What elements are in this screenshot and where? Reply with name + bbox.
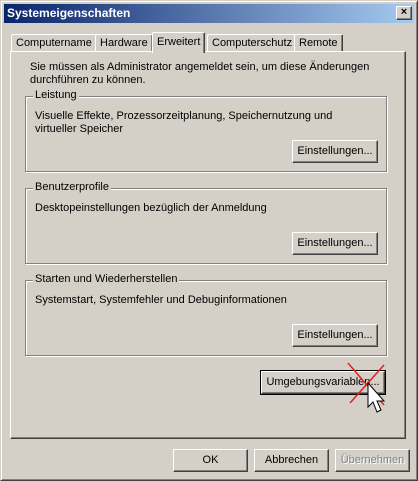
group-title: Leistung bbox=[33, 89, 79, 102]
performance-settings-button[interactable]: Einstellungen... bbox=[292, 140, 378, 163]
performance-group: Leistung Visuelle Effekte, Prozessorzeit… bbox=[25, 89, 387, 172]
group-description: Systemstart, Systemfehler und Debuginfor… bbox=[35, 294, 287, 306]
tab-label: Computername bbox=[16, 37, 92, 49]
ok-button[interactable]: OK bbox=[173, 449, 248, 472]
button-label: Abbrechen bbox=[264, 454, 319, 466]
group-title: Starten und Wiederherstellen bbox=[33, 273, 180, 286]
user-profiles-settings-button[interactable]: Einstellungen... bbox=[292, 232, 378, 255]
group-description: Desktopeinstellungen bezüglich der Anmel… bbox=[35, 202, 267, 214]
system-properties-dialog: Systemeigenschaften × Computername Hardw… bbox=[0, 0, 418, 481]
admin-note: Sie müssen als Administrator angemeldet … bbox=[30, 61, 370, 86]
group-title: Benutzerprofile bbox=[33, 181, 111, 194]
cancel-button[interactable]: Abbrechen bbox=[254, 449, 329, 472]
tab-remote[interactable]: Remote bbox=[294, 34, 343, 52]
apply-button: Übernehmen bbox=[335, 449, 410, 472]
button-label: Einstellungen... bbox=[297, 329, 373, 341]
tab-computername[interactable]: Computername bbox=[11, 34, 97, 52]
tab-computerschutz[interactable]: Computerschutz bbox=[207, 34, 298, 52]
mouse-cursor-icon bbox=[347, 362, 386, 413]
arrow-pointer-icon bbox=[367, 381, 386, 413]
tab-hardware[interactable]: Hardware bbox=[95, 34, 153, 52]
tab-label: Computerschutz bbox=[212, 37, 293, 49]
tab-erweitert[interactable]: Erweitert bbox=[152, 32, 206, 53]
button-label: OK bbox=[202, 454, 219, 466]
group-description: Visuelle Effekte, Prozessorzeitplanung, … bbox=[35, 110, 333, 135]
window-title: Systemeigenschaften bbox=[7, 6, 131, 20]
user-profiles-group: Benutzerprofile Desktopeinstellungen bez… bbox=[25, 181, 387, 264]
tab-label: Hardware bbox=[100, 37, 148, 49]
close-icon: × bbox=[400, 6, 408, 18]
button-label: Übernehmen bbox=[340, 454, 405, 466]
tab-strip: Computername Hardware Erweitert Computer… bbox=[11, 32, 411, 53]
button-label: Einstellungen... bbox=[297, 237, 373, 249]
close-button[interactable]: × bbox=[396, 6, 412, 20]
tab-label: Remote bbox=[299, 37, 338, 49]
title-bar[interactable]: Systemeigenschaften × bbox=[4, 4, 414, 23]
startup-recovery-settings-button[interactable]: Einstellungen... bbox=[292, 324, 378, 347]
button-label: Einstellungen... bbox=[297, 145, 373, 157]
startup-recovery-group: Starten und Wiederherstellen Systemstart… bbox=[25, 273, 387, 356]
tab-label: Erweitert bbox=[157, 36, 201, 48]
